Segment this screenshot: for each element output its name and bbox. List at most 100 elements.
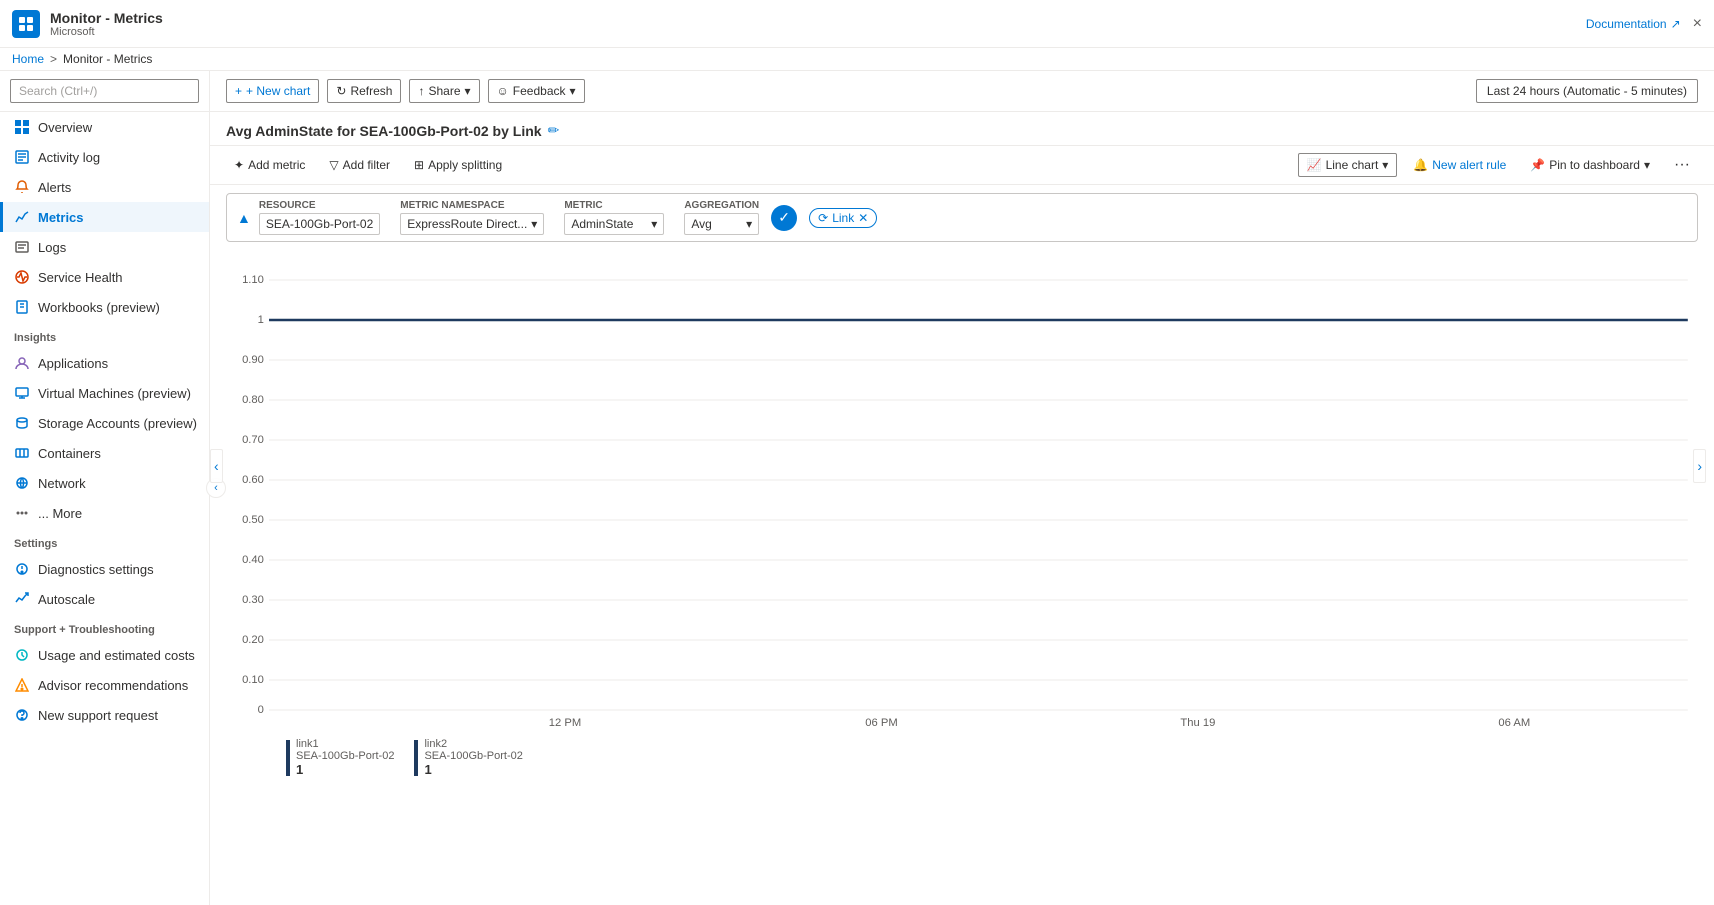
- aggregation-select[interactable]: Avg ▾: [684, 213, 759, 235]
- sidebar-label-activity-log: Activity log: [38, 150, 100, 165]
- share-chevron-icon: ▾: [465, 84, 471, 98]
- link-tag-close[interactable]: ✕: [858, 211, 868, 225]
- documentation-link[interactable]: Documentation ↗: [1586, 17, 1681, 31]
- legend-subname-link1: SEA-100Gb-Port-02: [296, 750, 394, 762]
- breadcrumb-home[interactable]: Home: [12, 52, 44, 66]
- sidebar-item-activity-log[interactable]: Activity log: [0, 142, 209, 172]
- top-bar: Monitor - Metrics Microsoft Documentatio…: [0, 0, 1714, 48]
- pin-dashboard-button[interactable]: 📌 Pin to dashboard ▾: [1522, 154, 1658, 176]
- health-icon: [14, 269, 30, 285]
- aggregation-field: AGGREGATION Avg ▾: [684, 200, 759, 235]
- support-section-label: Support + Troubleshooting: [0, 614, 209, 640]
- svg-text:1: 1: [258, 314, 264, 326]
- plus-icon: +: [235, 84, 242, 98]
- sidebar-item-usage[interactable]: Usage and estimated costs: [0, 640, 209, 670]
- namespace-value: ExpressRoute Direct...: [407, 217, 527, 231]
- sidebar-item-applications[interactable]: Applications: [0, 348, 209, 378]
- legend-item-link1: link1 SEA-100Gb-Port-02 1: [286, 738, 394, 777]
- metric-value: AdminState: [571, 217, 633, 231]
- chart-ctrl-right: 📈 Line chart ▾ 🔔 New alert rule 📌 Pin to…: [1298, 152, 1698, 178]
- support-icon: [14, 707, 30, 723]
- svg-text:0.70: 0.70: [242, 434, 264, 446]
- sidebar-label-network: Network: [38, 476, 86, 491]
- metric-chevron: ▾: [651, 217, 657, 231]
- chart-nav-right-button[interactable]: ›: [1693, 449, 1706, 483]
- svg-text:0.20: 0.20: [242, 634, 264, 646]
- metric-selector: ▲ RESOURCE SEA-100Gb-Port-02 METRIC NAME…: [226, 193, 1698, 242]
- legend-text-link1: link1 SEA-100Gb-Port-02 1: [296, 738, 394, 777]
- resource-label: RESOURCE: [259, 200, 380, 211]
- breadcrumb-separator: >: [50, 52, 57, 66]
- search-input[interactable]: [10, 79, 199, 103]
- aggregation-value: Avg: [691, 217, 711, 231]
- breadcrumb: Home > Monitor - Metrics: [0, 48, 1714, 71]
- edit-icon[interactable]: ✏: [548, 122, 560, 139]
- network-icon: [14, 475, 30, 491]
- link-tag: ⟳ Link ✕: [809, 208, 877, 228]
- share-button[interactable]: ↑ Share ▾: [409, 79, 479, 103]
- resource-select[interactable]: SEA-100Gb-Port-02: [259, 213, 380, 235]
- book-icon: [14, 299, 30, 315]
- sidebar-item-overview[interactable]: Overview: [0, 112, 209, 142]
- feedback-chevron-icon: ▾: [570, 84, 576, 98]
- add-metric-button[interactable]: ✦ Add metric: [226, 154, 313, 176]
- advisor-icon: [14, 677, 30, 693]
- sidebar-item-logs[interactable]: Logs: [0, 232, 209, 262]
- breadcrumb-current: Monitor - Metrics: [63, 52, 152, 66]
- refresh-button[interactable]: ↻ Refresh: [327, 79, 401, 103]
- sidebar-item-service-health[interactable]: Service Health: [0, 262, 209, 292]
- sidebar-item-alerts[interactable]: Alerts: [0, 172, 209, 202]
- sidebar-item-diagnostics[interactable]: Diagnostics settings: [0, 554, 209, 584]
- svg-text:0.60: 0.60: [242, 474, 264, 486]
- add-metric-icon: ✦: [234, 158, 244, 172]
- sidebar-item-autoscale[interactable]: Autoscale: [0, 584, 209, 614]
- top-bar-right: Documentation ↗ ×: [1586, 15, 1702, 33]
- chart-type-button[interactable]: 📈 Line chart ▾: [1298, 153, 1398, 177]
- feedback-button[interactable]: ☺ Feedback ▾: [488, 79, 585, 103]
- chart-container: ‹ › 1.10: [218, 250, 1698, 730]
- svg-text:0.30: 0.30: [242, 594, 264, 606]
- feedback-icon: ☺: [497, 84, 509, 98]
- svg-text:0.40: 0.40: [242, 554, 264, 566]
- apply-splitting-button[interactable]: ⊞ Apply splitting: [406, 154, 510, 176]
- sidebar-label-overview: Overview: [38, 120, 92, 135]
- sidebar-item-more[interactable]: ... More: [0, 498, 209, 528]
- log2-icon: [14, 239, 30, 255]
- sidebar-item-virtual-machines[interactable]: Virtual Machines (preview): [0, 378, 209, 408]
- metric-selector-up-button[interactable]: ▲: [237, 210, 251, 226]
- diag-icon: [14, 561, 30, 577]
- svg-text:06 PM: 06 PM: [865, 717, 897, 729]
- new-chart-button[interactable]: + + New chart: [226, 79, 319, 103]
- sidebar-item-storage[interactable]: Storage Accounts (preview): [0, 408, 209, 438]
- app-title-block: Monitor - Metrics Microsoft: [50, 10, 163, 38]
- close-button[interactable]: ×: [1693, 15, 1702, 33]
- sidebar-item-network[interactable]: Network: [0, 468, 209, 498]
- legend-value-link2: 1: [424, 762, 522, 777]
- sidebar-label-storage: Storage Accounts (preview): [38, 416, 197, 431]
- usage-icon: [14, 647, 30, 663]
- more-options-button[interactable]: ···: [1666, 152, 1698, 178]
- metric-select[interactable]: AdminState ▾: [564, 213, 664, 235]
- sidebar-item-advisor[interactable]: Advisor recommendations: [0, 670, 209, 700]
- legend-subname-link2: SEA-100Gb-Port-02: [424, 750, 522, 762]
- svg-text:12 PM: 12 PM: [549, 717, 581, 729]
- add-filter-button[interactable]: ▽ Add filter: [321, 154, 398, 176]
- sidebar-item-metrics[interactable]: Metrics: [0, 202, 209, 232]
- namespace-field: METRIC NAMESPACE ExpressRoute Direct... …: [400, 200, 544, 235]
- refresh-icon: ↻: [336, 84, 346, 98]
- confirm-metric-button[interactable]: ✓: [771, 205, 797, 231]
- autoscale-icon: [14, 591, 30, 607]
- svg-text:0.50: 0.50: [242, 514, 264, 526]
- sidebar-item-support[interactable]: New support request: [0, 700, 209, 730]
- toolbar: + + New chart ↻ Refresh ↑ Share ▾ ☺ Feed…: [210, 71, 1714, 112]
- new-alert-rule-button[interactable]: 🔔 New alert rule: [1405, 154, 1514, 176]
- time-range-button[interactable]: Last 24 hours (Automatic - 5 minutes): [1476, 79, 1698, 103]
- chart-header: Avg AdminState for SEA-100Gb-Port-02 by …: [210, 112, 1714, 146]
- chart-nav-left-button[interactable]: ‹: [210, 449, 223, 483]
- line-chart-icon: 📈: [1307, 158, 1322, 172]
- sidebar-item-workbooks[interactable]: Workbooks (preview): [0, 292, 209, 322]
- chart-controls: ✦ Add metric ▽ Add filter ⊞ Apply splitt…: [210, 146, 1714, 185]
- legend-name-link1: link1: [296, 738, 394, 750]
- sidebar-item-containers[interactable]: Containers: [0, 438, 209, 468]
- namespace-select[interactable]: ExpressRoute Direct... ▾: [400, 213, 544, 235]
